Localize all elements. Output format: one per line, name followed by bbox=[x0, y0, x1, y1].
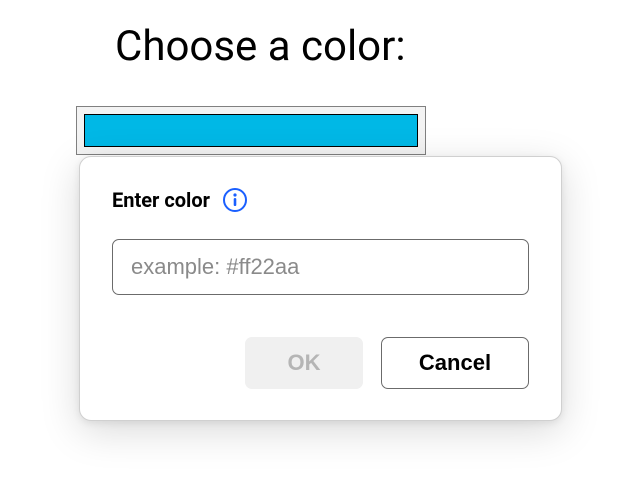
cancel-button[interactable]: Cancel bbox=[381, 337, 529, 389]
dialog-title: Enter color bbox=[112, 188, 210, 212]
color-input-dialog: Enter color OK Cancel bbox=[79, 156, 562, 421]
color-swatch bbox=[84, 114, 418, 147]
dialog-button-row: OK Cancel bbox=[112, 337, 529, 389]
info-icon[interactable] bbox=[222, 187, 248, 213]
color-preview-container[interactable] bbox=[76, 106, 426, 155]
dialog-header: Enter color bbox=[112, 187, 529, 213]
color-input-field[interactable] bbox=[112, 239, 529, 295]
ok-button[interactable]: OK bbox=[245, 337, 363, 389]
page-title: Choose a color: bbox=[115, 22, 406, 71]
